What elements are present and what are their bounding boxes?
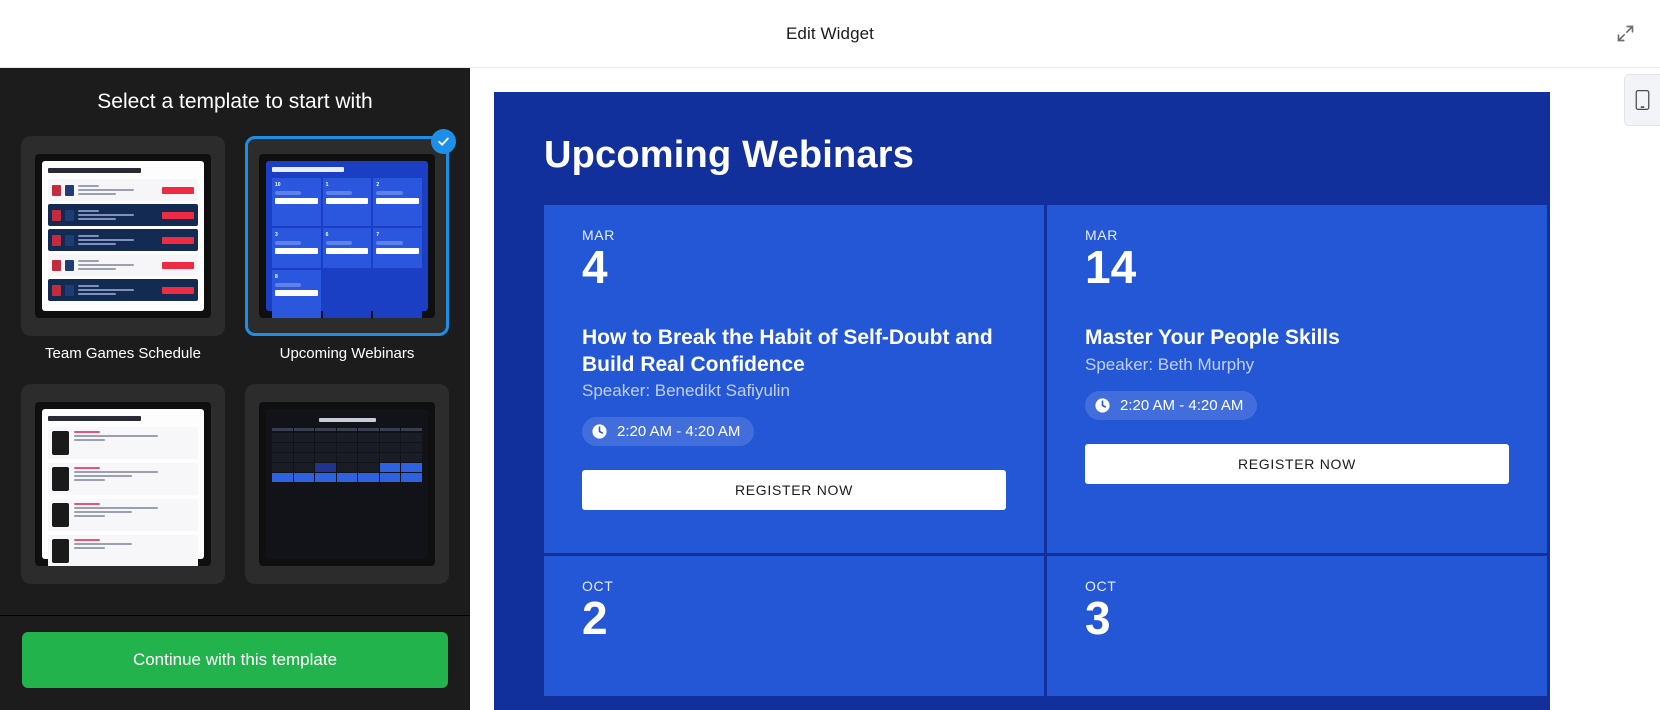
webinar-title: Master Your People Skills xyxy=(1085,326,1340,350)
edit-widget-modal: Edit Widget Select a template to start w… xyxy=(0,0,1660,710)
webinar-card[interactable]: MAR 4 How to Break the Habit of Self-Dou… xyxy=(544,205,1044,553)
webinar-card[interactable]: OCT 2 xyxy=(544,556,1044,696)
webinar-month: OCT xyxy=(582,578,614,594)
webinar-time-badge: 2:20 AM - 4:20 AM xyxy=(1085,390,1258,420)
webinar-speaker: Speaker: Beth Murphy xyxy=(1085,354,1255,374)
webinar-month: OCT xyxy=(1085,578,1117,594)
webinar-day: 2 xyxy=(582,592,608,644)
clock-icon xyxy=(592,424,607,439)
template-list[interactable]: Team Games Schedule 10 1 2 3 6 7 8 Upcom… xyxy=(0,118,470,615)
webinar-speaker: Speaker: Benedikt Safiyulin xyxy=(582,380,790,400)
template-card-movie-show-schedule[interactable] xyxy=(244,384,450,593)
template-thumbnail-frame[interactable] xyxy=(21,384,225,584)
template-label: Team Games Schedule xyxy=(45,345,201,362)
webinar-day: 14 xyxy=(1085,241,1137,293)
sidebar-heading: Select a template to start with xyxy=(97,90,373,113)
widget-title: Upcoming Webinars xyxy=(544,134,915,176)
template-thumbnail-preview: 10 1 2 3 6 7 8 xyxy=(259,154,435,318)
webinar-day: 4 xyxy=(582,241,608,293)
mobile-phone-glyph xyxy=(1635,90,1650,110)
widget-preview-pane: Upcoming Webinars MAR 4 How to Break the… xyxy=(470,68,1660,710)
webinar-day: 3 xyxy=(1085,592,1111,644)
check-glyph xyxy=(438,137,449,146)
expand-arrows-glyph xyxy=(1617,25,1633,42)
template-label: Upcoming Webinars xyxy=(279,345,415,362)
webinar-month: MAR xyxy=(582,227,615,243)
template-card-upcoming-webinars[interactable]: 10 1 2 3 6 7 8 Upcoming Webinars xyxy=(244,129,456,362)
webinar-time-badge: 2:20 AM - 4:20 AM xyxy=(582,416,755,446)
template-card-upcoming-featured-events[interactable] xyxy=(20,384,226,593)
register-now-button[interactable]: REGISTER NOW xyxy=(582,469,1006,510)
sidebar-footer: Continue with this template xyxy=(0,615,470,710)
page-title: Edit Widget xyxy=(785,23,875,43)
webinar-time-text: 2:20 AM - 4:20 AM xyxy=(617,422,741,440)
register-now-button[interactable]: REGISTER NOW xyxy=(1085,443,1509,484)
modal-header: Edit Widget xyxy=(0,0,1660,68)
webinar-card[interactable]: OCT 3 xyxy=(1047,556,1547,696)
template-sidebar: Select a template to start with Team Gam… xyxy=(0,68,470,710)
webinar-card-grid: MAR 4 How to Break the Habit of Self-Dou… xyxy=(494,205,1550,696)
webinar-card[interactable]: MAR 14 Master Your People Skills Speaker… xyxy=(1047,205,1547,553)
continue-with-template-button[interactable]: Continue with this template xyxy=(22,632,448,688)
template-thumbnail-frame[interactable] xyxy=(245,384,449,584)
template-thumbnail-preview xyxy=(35,402,211,566)
modal-body: Select a template to start with Team Gam… xyxy=(0,68,1660,710)
webinar-title: How to Break the Habit of Self-Doubt and… xyxy=(582,326,993,376)
template-thumbnail-preview xyxy=(35,154,211,318)
expand-arrows-icon[interactable] xyxy=(1608,17,1642,51)
webinar-time-text: 2:20 AM - 4:20 AM xyxy=(1120,396,1244,414)
webinar-month: MAR xyxy=(1085,227,1118,243)
webinars-widget: Upcoming Webinars MAR 4 How to Break the… xyxy=(494,92,1550,710)
clock-icon xyxy=(1095,397,1110,413)
template-card-team-games-schedule[interactable]: Team Games Schedule xyxy=(20,136,226,362)
mobile-phone-icon[interactable] xyxy=(1624,74,1660,126)
check-icon xyxy=(431,129,456,154)
template-thumbnail-preview xyxy=(259,402,435,566)
template-thumbnail-frame[interactable] xyxy=(21,136,225,336)
template-thumbnail-frame-selected[interactable]: 10 1 2 3 6 7 8 xyxy=(245,129,456,336)
